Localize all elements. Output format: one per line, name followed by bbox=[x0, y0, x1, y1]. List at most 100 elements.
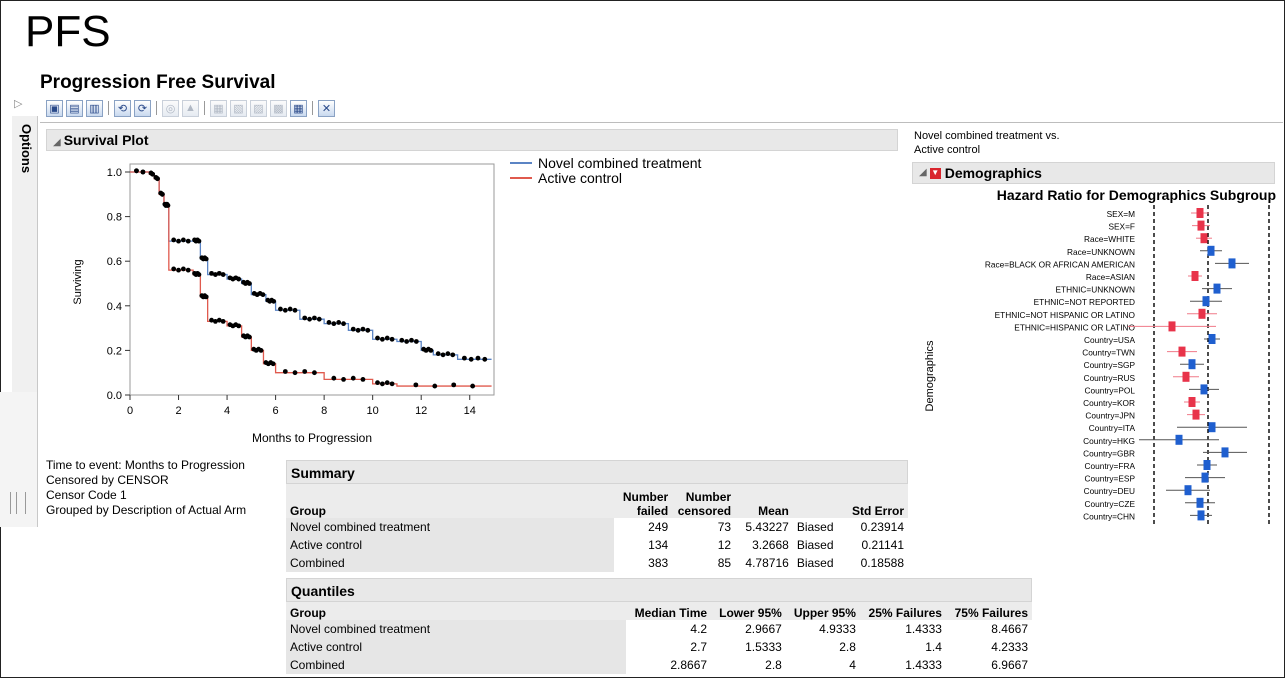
col-group: Group bbox=[290, 606, 326, 620]
hazard-ratio-marker bbox=[1198, 308, 1206, 319]
script-icon[interactable]: ▧ bbox=[230, 99, 247, 117]
x-tick-label: 12 bbox=[415, 405, 427, 417]
censor-point bbox=[258, 348, 264, 353]
censor-point bbox=[159, 191, 165, 197]
y-tick-label: 0.4 bbox=[107, 301, 122, 313]
cell-group: Active control bbox=[286, 638, 626, 656]
col-upper-95: Upper 95% bbox=[793, 606, 856, 620]
legend-label-active: Active control bbox=[538, 169, 623, 186]
col-75-failures: 75% Failures bbox=[954, 606, 1028, 620]
censor-point bbox=[134, 168, 139, 174]
censor-point bbox=[435, 351, 441, 357]
cell-failed: 383 bbox=[648, 555, 669, 570]
hazard-ratio-marker bbox=[1191, 271, 1199, 281]
survival-plot-header[interactable]: ◢ Survival Plot bbox=[46, 129, 898, 151]
comparison-caption-line1: Novel combined treatment vs. bbox=[914, 130, 1060, 142]
censor-point bbox=[287, 306, 293, 312]
subgroup-label: ETHNIC=NOT REPORTED bbox=[1034, 297, 1135, 307]
censor-point bbox=[180, 237, 186, 243]
y-tick-label: 0.6 bbox=[107, 256, 122, 268]
subgroup-label: Race=BLACK OR AFRICAN AMERICAN bbox=[985, 259, 1135, 269]
data-icon[interactable]: ▨ bbox=[250, 99, 267, 117]
cell-mean: 5.43227 bbox=[745, 519, 789, 534]
save-icon[interactable]: ▣ bbox=[46, 99, 63, 117]
censor-point bbox=[185, 238, 191, 244]
splitter-grip-icon[interactable] bbox=[10, 492, 26, 514]
cell-lower: 2.9667 bbox=[745, 621, 782, 636]
chart-icon[interactable]: ▩ bbox=[270, 99, 287, 117]
censor-point bbox=[432, 383, 438, 389]
cell-group: Combined bbox=[286, 656, 626, 674]
zoom-icon[interactable]: ◎ bbox=[162, 99, 179, 117]
censor-point bbox=[282, 369, 288, 374]
hazard-ratio-marker bbox=[1196, 497, 1204, 508]
censor-point bbox=[246, 281, 252, 286]
paste-icon[interactable]: ⟳ bbox=[134, 99, 151, 117]
hazard-ratio-marker bbox=[1197, 220, 1205, 231]
hazard-ratio-marker bbox=[1207, 245, 1215, 256]
quantiles-section: Quantiles Group Median Time Lower 95% Up… bbox=[286, 578, 1032, 674]
save-as-icon[interactable]: ▤ bbox=[66, 99, 83, 117]
quantiles-header-row: Group Median Time Lower 95% Upper 95% 25… bbox=[286, 602, 1032, 620]
collapse-triangle-icon[interactable]: ◢ bbox=[53, 137, 61, 148]
cell-lower: 1.5333 bbox=[745, 639, 782, 654]
hazard-ratio-marker bbox=[1184, 485, 1192, 496]
quantiles-header[interactable]: Quantiles bbox=[286, 578, 1032, 602]
col-lower-95: Lower 95% bbox=[719, 606, 782, 620]
quantiles-table: Group Median Time Lower 95% Upper 95% 25… bbox=[286, 602, 1032, 674]
cell-std: 0.21141 bbox=[861, 537, 905, 552]
collapse-triangle-icon[interactable]: ◢ bbox=[919, 163, 927, 183]
col-number-censored-line1: Number bbox=[685, 490, 732, 504]
x-tick-label: 14 bbox=[464, 405, 476, 417]
disclosure-triangle-icon[interactable]: ▷ bbox=[14, 97, 22, 110]
col-median-time: Median Time bbox=[634, 606, 708, 620]
censor-point bbox=[336, 320, 342, 325]
censor-point bbox=[171, 237, 177, 243]
hazard-ratio-marker bbox=[1197, 510, 1205, 521]
copy-icon[interactable]: ⟲ bbox=[114, 99, 131, 117]
censor-point bbox=[482, 356, 488, 362]
censor-point bbox=[384, 380, 390, 386]
censor-point bbox=[196, 238, 202, 244]
print-icon[interactable]: ▥ bbox=[86, 99, 103, 117]
summary-header[interactable]: Summary bbox=[286, 460, 908, 484]
cell-mean: 3.2668 bbox=[752, 537, 789, 552]
cell-group: Combined bbox=[286, 554, 615, 572]
censor-point bbox=[312, 370, 317, 376]
window-title: Progression Free Survival bbox=[40, 72, 276, 93]
red-triangle-menu-icon[interactable]: ▼ bbox=[929, 167, 941, 179]
page-title: PFS bbox=[25, 7, 111, 56]
report-icon[interactable]: ▦ bbox=[210, 99, 227, 117]
subgroup-label: Race=UNKNOWN bbox=[1067, 247, 1135, 257]
cell-censored: 12 bbox=[717, 537, 732, 552]
survival-plot-header-label: Survival Plot bbox=[63, 132, 149, 148]
censor-point bbox=[440, 352, 446, 358]
hazard-ratio-marker bbox=[1192, 409, 1200, 420]
x-tick-label: 2 bbox=[175, 405, 181, 417]
toolbar-separator bbox=[108, 101, 109, 115]
censor-point bbox=[445, 351, 451, 357]
cell-note: Biased bbox=[796, 519, 834, 534]
hazard-ratio-marker bbox=[1203, 460, 1211, 470]
hazard-ratio-marker bbox=[1208, 334, 1216, 344]
close-icon[interactable]: ✕ bbox=[318, 99, 335, 117]
cell-note: Biased bbox=[796, 537, 834, 552]
censor-point bbox=[165, 203, 171, 208]
hazard-ratio-marker bbox=[1228, 258, 1236, 269]
cell-censored: 73 bbox=[717, 519, 732, 534]
table-icon[interactable]: ▦ bbox=[290, 99, 307, 117]
censor-point bbox=[316, 316, 322, 322]
y-tick-label: 0.0 bbox=[107, 390, 122, 402]
censor-point bbox=[331, 321, 337, 327]
x-axis-label: Months to Progression bbox=[251, 431, 373, 445]
subgroup-label: Country=ESP bbox=[1085, 474, 1136, 484]
cell-group: Active control bbox=[286, 536, 615, 554]
hazard-ratio-marker bbox=[1188, 397, 1196, 407]
censor-point bbox=[140, 169, 146, 175]
demographics-header[interactable]: ◢ ▼ Demographics bbox=[912, 162, 1275, 184]
cell-upper: 4.9333 bbox=[819, 621, 856, 636]
image-icon[interactable]: ▲ bbox=[182, 99, 199, 117]
hazard-ratio-marker bbox=[1213, 283, 1221, 294]
toolbar: ▣ ▤ ▥ ⟲ ⟳ ◎ ▲ ▦ ▧ ▨ ▩ ▦ ✕ bbox=[46, 97, 335, 119]
cell-q25: 1.4 bbox=[925, 639, 942, 654]
